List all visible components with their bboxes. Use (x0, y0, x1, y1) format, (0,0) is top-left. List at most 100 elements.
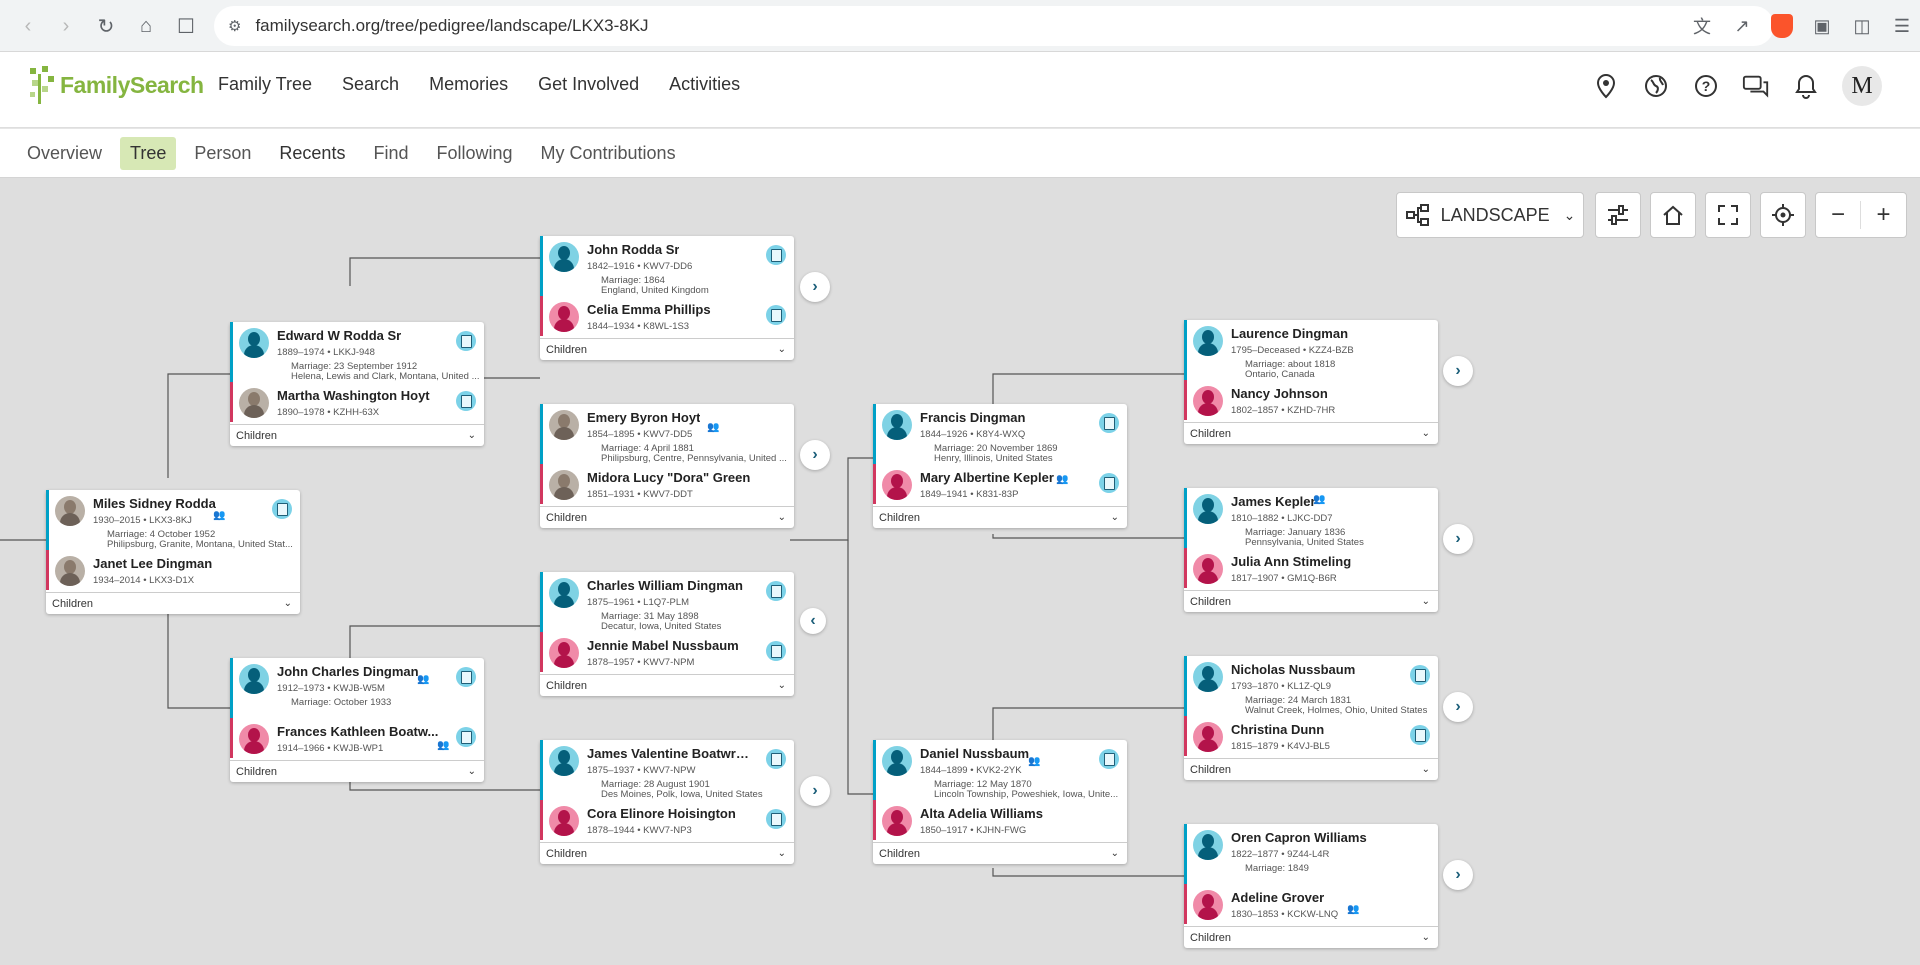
children-dropdown[interactable]: Children ⌄ (230, 760, 484, 782)
person-wife[interactable]: Christina Dunn 1815–1879 • K4VJ-BL5 (1184, 716, 1438, 756)
user-avatar[interactable]: M (1842, 66, 1882, 106)
collapse-ancestors-button[interactable]: ‹ (800, 608, 826, 634)
record-hint-icon[interactable] (766, 581, 786, 601)
couple-card[interactable]: Laurence Dingman 1795–Deceased • KZZ4-BZ… (1184, 320, 1438, 444)
person-husband[interactable]: Oren Capron Williams 1822–1877 • 9Z44-L4… (1184, 824, 1438, 864)
person-name[interactable]: Adeline Grover (1231, 890, 1324, 905)
children-dropdown[interactable]: Children ⌄ (46, 592, 300, 614)
person-name[interactable]: Janet Lee Dingman (93, 556, 212, 571)
tab-my-contributions[interactable]: My Contributions (531, 137, 686, 170)
person-husband[interactable]: Nicholas Nussbaum 1793–1870 • KL1Z-QL9 (1184, 656, 1438, 696)
couple-card[interactable]: John Rodda Sr 1842–1916 • KWV7-DD6 Marri… (540, 236, 794, 360)
menu-icon[interactable]: ☰ (1884, 8, 1920, 44)
children-dropdown[interactable]: Children ⌄ (1184, 590, 1438, 612)
globe-icon[interactable] (1642, 72, 1670, 100)
translate-icon[interactable]: 文 (1684, 8, 1720, 44)
relationship-icon[interactable]: 👥 (1056, 474, 1068, 485)
person-husband[interactable]: Charles William Dingman 1875–1961 • L1Q7… (540, 572, 794, 612)
record-hint-icon[interactable] (766, 809, 786, 829)
person-name[interactable]: Christina Dunn (1231, 722, 1324, 737)
tab-following[interactable]: Following (426, 137, 522, 170)
person-wife[interactable]: Mary Albertine Kepler 1849–1941 • K831-8… (873, 464, 1127, 504)
person-name[interactable]: Celia Emma Phillips (587, 302, 711, 317)
home-icon[interactable]: ⌂ (128, 8, 164, 44)
person-husband[interactable]: John Charles Dingman 1912–1973 • KWJB-W5… (230, 658, 484, 698)
person-name[interactable]: Jennie Mabel Nussbaum (587, 638, 739, 653)
zoom-in-button[interactable]: + (1861, 201, 1906, 229)
person-wife[interactable]: Adeline Grover 1830–1853 • KCKW-LNQ 👥 (1184, 884, 1438, 924)
tab-recents[interactable]: Recents (269, 137, 355, 170)
person-husband[interactable]: John Rodda Sr 1842–1916 • KWV7-DD6 (540, 236, 794, 276)
person-husband[interactable]: James Kepler 1810–1882 • LJKC-DD7 👥 (1184, 488, 1438, 528)
person-wife[interactable]: Celia Emma Phillips 1844–1934 • K8WL-1S3 (540, 296, 794, 336)
record-hint-icon[interactable] (456, 391, 476, 411)
person-name[interactable]: Edward W Rodda Sr (277, 328, 401, 343)
record-hint-icon[interactable] (766, 245, 786, 265)
person-name[interactable]: Midora Lucy "Dora" Green (587, 470, 750, 485)
children-dropdown[interactable]: Children ⌄ (540, 842, 794, 864)
couple-card[interactable]: James Kepler 1810–1882 • LJKC-DD7 👥 Marr… (1184, 488, 1438, 612)
couple-card[interactable]: Edward W Rodda Sr 1889–1974 • LKKJ-948 M… (230, 322, 484, 446)
person-wife[interactable]: Julia Ann Stimeling 1817–1907 • GM1Q-B6R (1184, 548, 1438, 588)
person-name[interactable]: Oren Capron Williams (1231, 830, 1367, 845)
notifications-bell-icon[interactable] (1792, 72, 1820, 100)
person-name[interactable]: Miles Sidney Rodda (93, 496, 216, 511)
tab-overview[interactable]: Overview (17, 137, 112, 170)
children-dropdown[interactable]: Children ⌄ (1184, 758, 1438, 780)
children-dropdown[interactable]: Children ⌄ (540, 506, 794, 528)
back-icon[interactable]: ‹ (10, 8, 46, 44)
pedigree-canvas[interactable]: LANDSCAPE ⌄ − + Miles Sidney Rodda 1930–… (0, 178, 1920, 965)
person-husband[interactable]: Edward W Rodda Sr 1889–1974 • LKKJ-948 (230, 322, 484, 362)
record-hint-icon[interactable] (456, 331, 476, 351)
sidebar-icon[interactable]: ◫ (1844, 8, 1880, 44)
brave-shield-icon[interactable] (1764, 8, 1800, 44)
person-name[interactable]: Daniel Nussbaum (920, 746, 1029, 761)
recenter-button[interactable] (1760, 192, 1806, 238)
site-settings-icon[interactable]: ⚙ (228, 17, 241, 35)
person-husband[interactable]: Daniel Nussbaum 1844–1899 • KVK2-2YK 👥 (873, 740, 1127, 780)
location-pin-icon[interactable] (1592, 72, 1620, 100)
children-dropdown[interactable]: Children ⌄ (873, 506, 1127, 528)
reload-icon[interactable]: ↻ (88, 8, 124, 44)
person-name[interactable]: Nicholas Nussbaum (1231, 662, 1355, 677)
person-name[interactable]: Mary Albertine Kepler (920, 470, 1054, 485)
person-wife[interactable]: Alta Adelia Williams 1850–1917 • KJHN-FW… (873, 800, 1127, 840)
familysearch-logo[interactable]: FamilySearch (28, 64, 204, 106)
couple-card[interactable]: Charles William Dingman 1875–1961 • L1Q7… (540, 572, 794, 696)
person-wife[interactable]: Midora Lucy "Dora" Green 1851–1931 • KWV… (540, 464, 794, 504)
person-wife[interactable]: Janet Lee Dingman 1934–2014 • LKX3-D1X (46, 550, 300, 590)
person-name[interactable]: Nancy Johnson (1231, 386, 1328, 401)
person-name[interactable]: John Charles Dingman (277, 664, 419, 679)
person-husband[interactable]: James Valentine Boatwright 1875–1937 • K… (540, 740, 794, 780)
person-name[interactable]: John Rodda Sr (587, 242, 679, 257)
person-wife[interactable]: Jennie Mabel Nussbaum 1878–1957 • KWV7-N… (540, 632, 794, 672)
children-dropdown[interactable]: Children ⌄ (540, 674, 794, 696)
nav-activities[interactable]: Activities (669, 74, 740, 95)
relationship-icon[interactable]: 👥 (1313, 494, 1325, 505)
person-wife[interactable]: Cora Elinore Hoisington 1878–1944 • KWV7… (540, 800, 794, 840)
person-name[interactable]: James Kepler (1231, 494, 1316, 509)
person-name[interactable]: Frances Kathleen Boatw... (277, 724, 438, 739)
extensions-icon[interactable]: ▣ (1804, 8, 1840, 44)
nav-family-tree[interactable]: Family Tree (218, 74, 312, 95)
help-icon[interactable]: ? (1692, 72, 1720, 100)
person-name[interactable]: Charles William Dingman (587, 578, 743, 593)
share-icon[interactable]: ↗ (1724, 8, 1760, 44)
relationship-icon[interactable]: 👥 (707, 422, 719, 433)
person-name[interactable]: Laurence Dingman (1231, 326, 1348, 341)
nav-search[interactable]: Search (342, 74, 399, 95)
expand-ancestors-button[interactable]: › (800, 272, 830, 302)
couple-card[interactable]: Emery Byron Hoyt 1854–1895 • KWV7-DD5 👥 … (540, 404, 794, 528)
tab-find[interactable]: Find (363, 137, 418, 170)
person-name[interactable]: James Valentine Boatwright (587, 746, 752, 761)
relationship-icon[interactable]: 👥 (1028, 756, 1040, 767)
record-hint-icon[interactable] (456, 727, 476, 747)
nav-memories[interactable]: Memories (429, 74, 508, 95)
children-dropdown[interactable]: Children ⌄ (540, 338, 794, 360)
person-wife[interactable]: Martha Washington Hoyt 1890–1978 • KZHH-… (230, 382, 484, 422)
expand-ancestors-button[interactable]: › (1443, 524, 1473, 554)
couple-card[interactable]: Daniel Nussbaum 1844–1899 • KVK2-2YK 👥 M… (873, 740, 1127, 864)
record-hint-icon[interactable] (766, 305, 786, 325)
record-hint-icon[interactable] (1410, 725, 1430, 745)
tab-tree[interactable]: Tree (120, 136, 177, 170)
